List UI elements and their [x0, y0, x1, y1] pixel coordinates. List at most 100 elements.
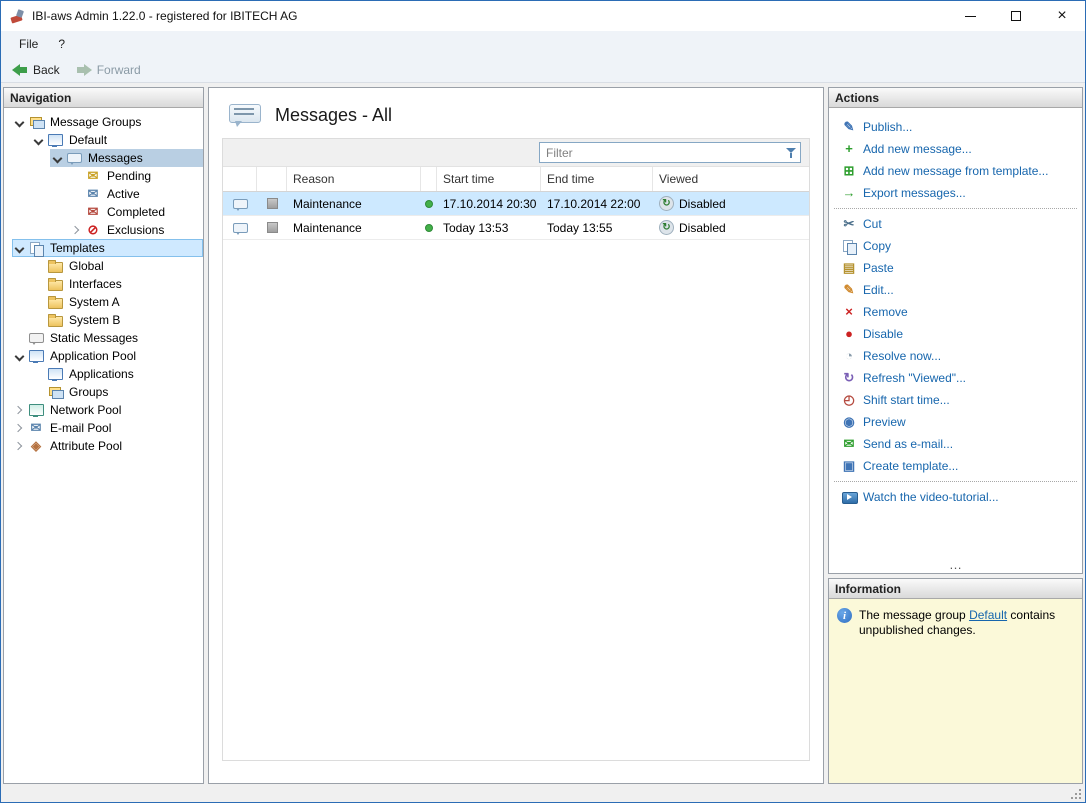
information-text: The message group Default contains unpub…	[859, 608, 1074, 638]
tree-item-label: E-mail Pool	[50, 421, 112, 435]
action-create-template[interactable]: ▣ Create template...	[829, 455, 1082, 477]
maximize-button[interactable]	[993, 1, 1039, 31]
actions-header: Actions	[829, 88, 1082, 108]
tree-item-system-a[interactable]: System A	[4, 293, 203, 311]
tree-chevron-icon[interactable]	[31, 384, 45, 400]
back-button[interactable]: Back	[5, 61, 67, 79]
table-row[interactable]: Maintenance Today 13:53 Today 13:55 ↻ Dis…	[223, 216, 809, 240]
col-start-time[interactable]: Start time	[437, 167, 541, 191]
tree-chevron-icon[interactable]	[69, 168, 83, 184]
action-disable[interactable]: ● Disable	[829, 323, 1082, 345]
filter-funnel-icon[interactable]	[782, 143, 800, 162]
messages-icon	[66, 150, 82, 166]
row-state-square[interactable]	[266, 222, 278, 233]
forward-button[interactable]: Forward	[69, 61, 148, 79]
actions-overflow[interactable]: …	[829, 558, 1082, 573]
tree-item-templates[interactable]: Templates	[4, 239, 203, 257]
tree-item-groups[interactable]: Groups	[4, 383, 203, 401]
tree-item-interfaces[interactable]: Interfaces	[4, 275, 203, 293]
add-from-template-icon: ⊞	[843, 163, 855, 178]
tree-chevron-icon[interactable]	[69, 204, 83, 220]
start-time-cell: 17.10.2014 20:30	[443, 196, 537, 211]
tree-item-exclusions[interactable]: ⊘ Exclusions	[4, 221, 203, 239]
row-state-square[interactable]	[266, 198, 278, 209]
col-reason[interactable]: Reason	[287, 167, 421, 191]
menu-help[interactable]: ?	[48, 31, 75, 57]
tree-chevron-icon[interactable]	[31, 294, 45, 310]
col-status-dot[interactable]	[421, 167, 437, 191]
end-time-cell: 17.10.2014 22:00	[547, 196, 641, 211]
tree-chevron-icon[interactable]	[31, 366, 45, 382]
tree-item-label: Interfaces	[69, 277, 122, 291]
action-paste[interactable]: ▤ Paste	[829, 257, 1082, 279]
action-send-as-e-mail[interactable]: ✉ Send as e-mail...	[829, 433, 1082, 455]
minimize-icon	[964, 15, 976, 17]
tree-item-attribute-pool[interactable]: ◈ Attribute Pool	[4, 437, 203, 455]
tree-chevron-icon[interactable]	[31, 258, 45, 274]
tree-item-default[interactable]: Default	[4, 131, 203, 149]
tree-chevron-icon[interactable]	[12, 240, 26, 256]
tree-item-network-pool[interactable]: Network Pool	[4, 401, 203, 419]
title-bar[interactable]: IBI-aws Admin 1.22.0 - registered for IB…	[1, 1, 1085, 31]
tree-chevron-icon[interactable]	[69, 186, 83, 202]
tree-item-static-messages[interactable]: Static Messages	[4, 329, 203, 347]
menu-file[interactable]: File	[9, 31, 48, 57]
minimize-button[interactable]	[947, 1, 993, 31]
action-cut[interactable]: ✂ Cut	[829, 213, 1082, 235]
close-button[interactable]: ×	[1039, 1, 1085, 31]
actions-panel: Actions ✎ Publish... + Add new message..…	[828, 87, 1083, 574]
filter-input[interactable]	[540, 145, 782, 160]
tree-chevron-icon[interactable]	[12, 402, 26, 418]
tree-chevron-icon[interactable]	[31, 276, 45, 292]
action-copy[interactable]: Copy	[829, 235, 1082, 257]
tree-chevron-icon[interactable]	[31, 312, 45, 328]
col-end-time[interactable]: End time	[541, 167, 653, 191]
table-header: Reason Start time End time Viewed	[223, 167, 809, 192]
edit-icon: ✎	[843, 282, 855, 297]
tree-item-e-mail-pool[interactable]: ✉ E-mail Pool	[4, 419, 203, 437]
tree-chevron-icon[interactable]	[12, 438, 26, 454]
action-resolve-now[interactable]: ◔ Resolve now...	[829, 345, 1082, 367]
tree-chevron-icon[interactable]	[12, 420, 26, 436]
action-add-new-message-from-template[interactable]: ⊞ Add new message from template...	[829, 160, 1082, 182]
tree-item-messages[interactable]: Messages	[4, 149, 203, 167]
info-icon: i	[837, 608, 852, 623]
action-add-new-message[interactable]: + Add new message...	[829, 138, 1082, 160]
tree-item-pending[interactable]: ✉ Pending	[4, 167, 203, 185]
action-remove[interactable]: × Remove	[829, 301, 1082, 323]
tree-item-application-pool[interactable]: Application Pool	[4, 347, 203, 365]
action-preview[interactable]: ◉ Preview	[829, 411, 1082, 433]
tree-chevron-icon[interactable]	[12, 330, 26, 346]
resize-grip[interactable]	[1070, 788, 1082, 800]
col-state[interactable]	[257, 167, 287, 191]
default-group-link[interactable]: Default	[969, 608, 1007, 622]
message-groups-icon	[28, 114, 45, 130]
action-publish[interactable]: ✎ Publish...	[829, 116, 1082, 138]
tree-item-applications[interactable]: Applications	[4, 365, 203, 383]
action-edit[interactable]: ✎ Edit...	[829, 279, 1082, 301]
tree-chevron-icon[interactable]	[50, 150, 64, 166]
action-shift-start-time[interactable]: ◴ Shift start time...	[829, 389, 1082, 411]
tree-item-active[interactable]: ✉ Active	[4, 185, 203, 203]
col-message-icon[interactable]	[223, 167, 257, 191]
action-refresh-viewed[interactable]: ↻ Refresh "Viewed"...	[829, 367, 1082, 389]
tree-item-completed[interactable]: ✉ Completed	[4, 203, 203, 221]
templates-icon	[28, 240, 44, 257]
tree-item-label: System A	[69, 295, 120, 309]
window-controls: ×	[947, 1, 1085, 31]
table-row[interactable]: Maintenance 17.10.2014 20:30 17.10.2014 …	[223, 192, 809, 216]
tree-item-label: Attribute Pool	[50, 439, 123, 453]
tree-item-message-groups[interactable]: Message Groups	[4, 113, 203, 131]
tree-item-system-b[interactable]: System B	[4, 311, 203, 329]
col-viewed[interactable]: Viewed	[653, 167, 809, 191]
action-watch-the-video-tutorial[interactable]: Watch the video-tutorial...	[829, 486, 1082, 508]
message-type-icon	[232, 220, 248, 236]
action-export-messages[interactable]: → Export messages...	[829, 182, 1082, 204]
tree-chevron-icon[interactable]	[69, 222, 83, 238]
tree-chevron-icon[interactable]	[31, 132, 45, 148]
tree-chevron-icon[interactable]	[12, 348, 26, 364]
tree-item-global[interactable]: Global	[4, 257, 203, 275]
app-window: IBI-aws Admin 1.22.0 - registered for IB…	[0, 0, 1086, 803]
tree-chevron-icon[interactable]	[12, 114, 26, 130]
actions-separator	[834, 481, 1077, 482]
